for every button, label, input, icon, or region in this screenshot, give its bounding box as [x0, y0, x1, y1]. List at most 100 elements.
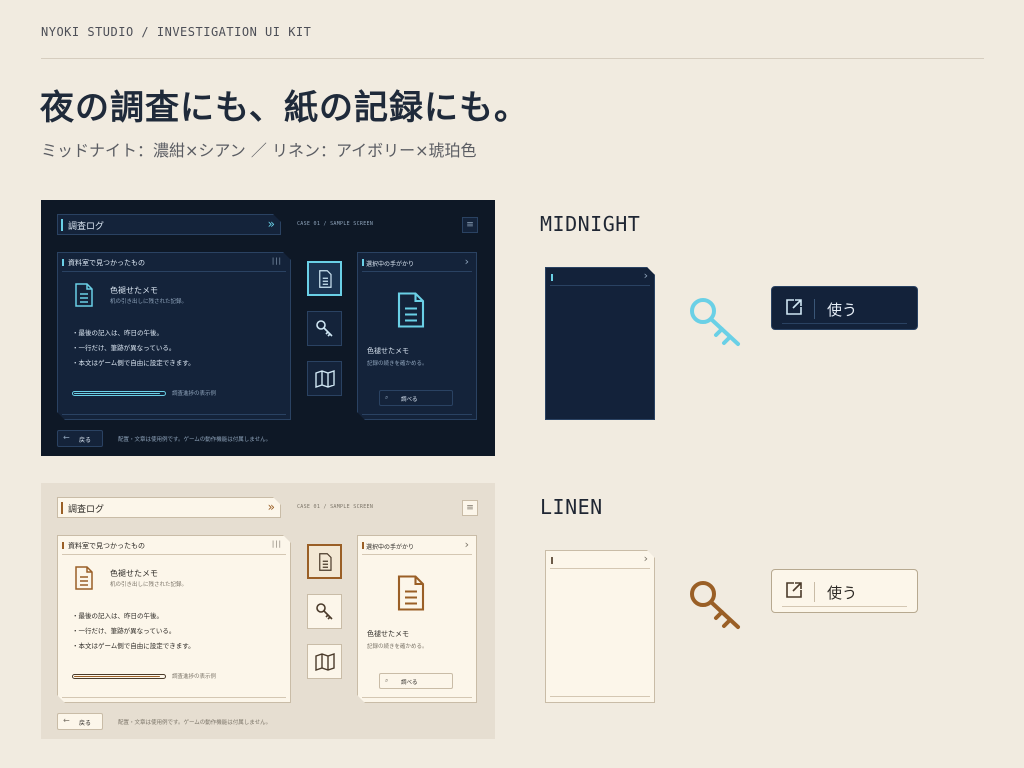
search-icon: ⌕ — [385, 677, 389, 684]
clue-title: 色褪せたメモ — [367, 630, 409, 638]
usage-footnote: 配置・文章は使用例です。ゲームの動作機能は付属しません。 — [118, 437, 272, 443]
panel-divider — [62, 554, 286, 555]
back-button[interactable]: ← 戻る — [57, 430, 103, 447]
note-bullet: ・一行だけ、筆跡が異なっている。 — [72, 344, 176, 352]
found-items-panel: 資料室で見つかったもの ||| 色褪せたメモ 机の引き出しに残された記録。 ・最… — [57, 535, 291, 703]
panel-divider — [362, 554, 472, 555]
document-icon — [319, 553, 332, 571]
back-label: 戻る — [79, 720, 92, 727]
chevron-right-icon[interactable]: › — [644, 269, 648, 282]
document-icon — [396, 291, 426, 329]
progress-fill — [74, 393, 160, 394]
screen-title-bar: 調査ログ » — [57, 497, 281, 518]
panel-divider — [362, 271, 472, 272]
chevron-right-icon[interactable]: › — [465, 538, 469, 551]
tool-document-button[interactable] — [307, 544, 342, 579]
grip-icon[interactable]: ||| — [272, 257, 282, 265]
item-subtitle: 机の引き出しに残された記録。 — [110, 299, 188, 305]
tool-document-button[interactable] — [307, 261, 342, 296]
progress-label: 調査進捗の表示例 — [172, 391, 217, 397]
note-bullet: ・本文はゲーム側で自由に設定できます。 — [72, 359, 195, 367]
title-marker — [61, 219, 63, 231]
document-icon — [396, 574, 426, 612]
tool-key-button[interactable] — [307, 594, 342, 629]
search-button[interactable]: ⌕ 調べる — [379, 390, 453, 406]
clue-subtitle: 記録の続きを確かめる。 — [367, 644, 428, 650]
panel-marker — [362, 542, 364, 549]
item-title: 色褪せたメモ — [110, 569, 158, 578]
progress-label: 調査進捗の表示例 — [172, 674, 217, 680]
note-bullet: ・最後の記入は、昨日の午後。 — [72, 329, 163, 337]
title-marker — [61, 502, 63, 514]
header-divider — [41, 58, 984, 59]
screen-title-bar: 調査ログ » — [57, 214, 281, 235]
found-header: 資料室で見つかったもの — [68, 542, 145, 550]
double-chevron-icon[interactable]: » — [268, 500, 272, 514]
double-chevron-icon[interactable]: » — [268, 217, 272, 231]
linen-theme-label: LINEN — [540, 495, 603, 519]
key-icon — [316, 603, 333, 620]
page-subhead: ミッドナイト：濃紺×シアン ／ リネン：アイボリー×琥珀色 — [41, 141, 477, 160]
chevron-right-icon[interactable]: › — [465, 255, 469, 268]
tool-map-button[interactable] — [307, 361, 342, 396]
arrow-left-icon: ← — [63, 716, 70, 725]
menu-button[interactable]: ≡ — [462, 500, 478, 516]
key-icon — [690, 298, 740, 346]
clue-subtitle: 記録の続きを確かめる。 — [367, 361, 428, 367]
use-label: 使う — [827, 301, 858, 319]
tool-key-button[interactable] — [307, 311, 342, 346]
clue-header: 選択中の手がかり — [366, 261, 415, 268]
linen-card-frame: › — [545, 550, 655, 703]
midnight-sample-screen: 調査ログ » CASE 01 / SAMPLE SCREEN ≡ 資料室で見つか… — [41, 200, 495, 456]
search-label: 調べる — [401, 397, 418, 403]
tool-map-button[interactable] — [307, 644, 342, 679]
found-header: 資料室で見つかったもの — [68, 259, 145, 267]
button-divider — [814, 582, 815, 602]
card-divider — [550, 568, 650, 569]
button-underline — [782, 606, 907, 607]
panel-marker — [62, 259, 64, 266]
external-link-icon — [786, 299, 802, 315]
panel-bottom-divider — [62, 697, 286, 698]
clue-header: 選択中の手がかり — [366, 544, 415, 551]
linen-use-button[interactable]: 使う — [771, 569, 918, 613]
progress-bar — [72, 674, 166, 679]
usage-footnote: 配置・文章は使用例です。ゲームの動作機能は付属しません。 — [118, 720, 272, 726]
panel-bottom-divider — [362, 414, 472, 415]
back-button[interactable]: ← 戻る — [57, 713, 103, 730]
case-label: CASE 01 / SAMPLE SCREEN — [297, 504, 374, 510]
panel-marker — [362, 259, 364, 266]
chevron-right-icon[interactable]: › — [644, 552, 648, 565]
note-bullet: ・本文はゲーム側で自由に設定できます。 — [72, 642, 195, 650]
arrow-left-icon: ← — [63, 433, 70, 442]
document-icon — [74, 283, 94, 307]
map-icon — [315, 653, 335, 671]
button-underline — [782, 323, 907, 324]
back-label: 戻る — [79, 437, 92, 444]
search-icon: ⌕ — [385, 394, 389, 401]
midnight-theme-label: MIDNIGHT — [540, 212, 641, 236]
document-icon — [319, 270, 332, 288]
midnight-use-button[interactable]: 使う — [771, 286, 918, 330]
panel-bottom-divider — [62, 414, 286, 415]
item-title: 色褪せたメモ — [110, 286, 158, 295]
card-bottom-divider — [550, 696, 650, 697]
selected-clue-panel: 選択中の手がかり › 色褪せたメモ 記録の続きを確かめる。 ⌕ 調べる — [357, 252, 477, 420]
external-link-icon — [786, 582, 802, 598]
search-button[interactable]: ⌕ 調べる — [379, 673, 453, 689]
screen-title: 調査ログ — [68, 222, 105, 232]
studio-kicker: NYOKI STUDIO / INVESTIGATION UI KIT — [41, 25, 312, 39]
grip-icon[interactable]: ||| — [272, 540, 282, 548]
menu-button[interactable]: ≡ — [462, 217, 478, 233]
page-headline: 夜の調査にも、紙の記録にも。 — [40, 88, 529, 128]
note-bullet: ・最後の記入は、昨日の午後。 — [72, 612, 163, 620]
map-icon — [315, 370, 335, 388]
panel-bottom-divider — [362, 697, 472, 698]
progress-bar — [72, 391, 166, 396]
button-divider — [814, 299, 815, 319]
key-icon — [690, 581, 740, 629]
screen-title: 調査ログ — [68, 505, 105, 515]
document-icon — [74, 566, 94, 590]
clue-title: 色褪せたメモ — [367, 347, 409, 355]
card-marker — [551, 557, 553, 564]
